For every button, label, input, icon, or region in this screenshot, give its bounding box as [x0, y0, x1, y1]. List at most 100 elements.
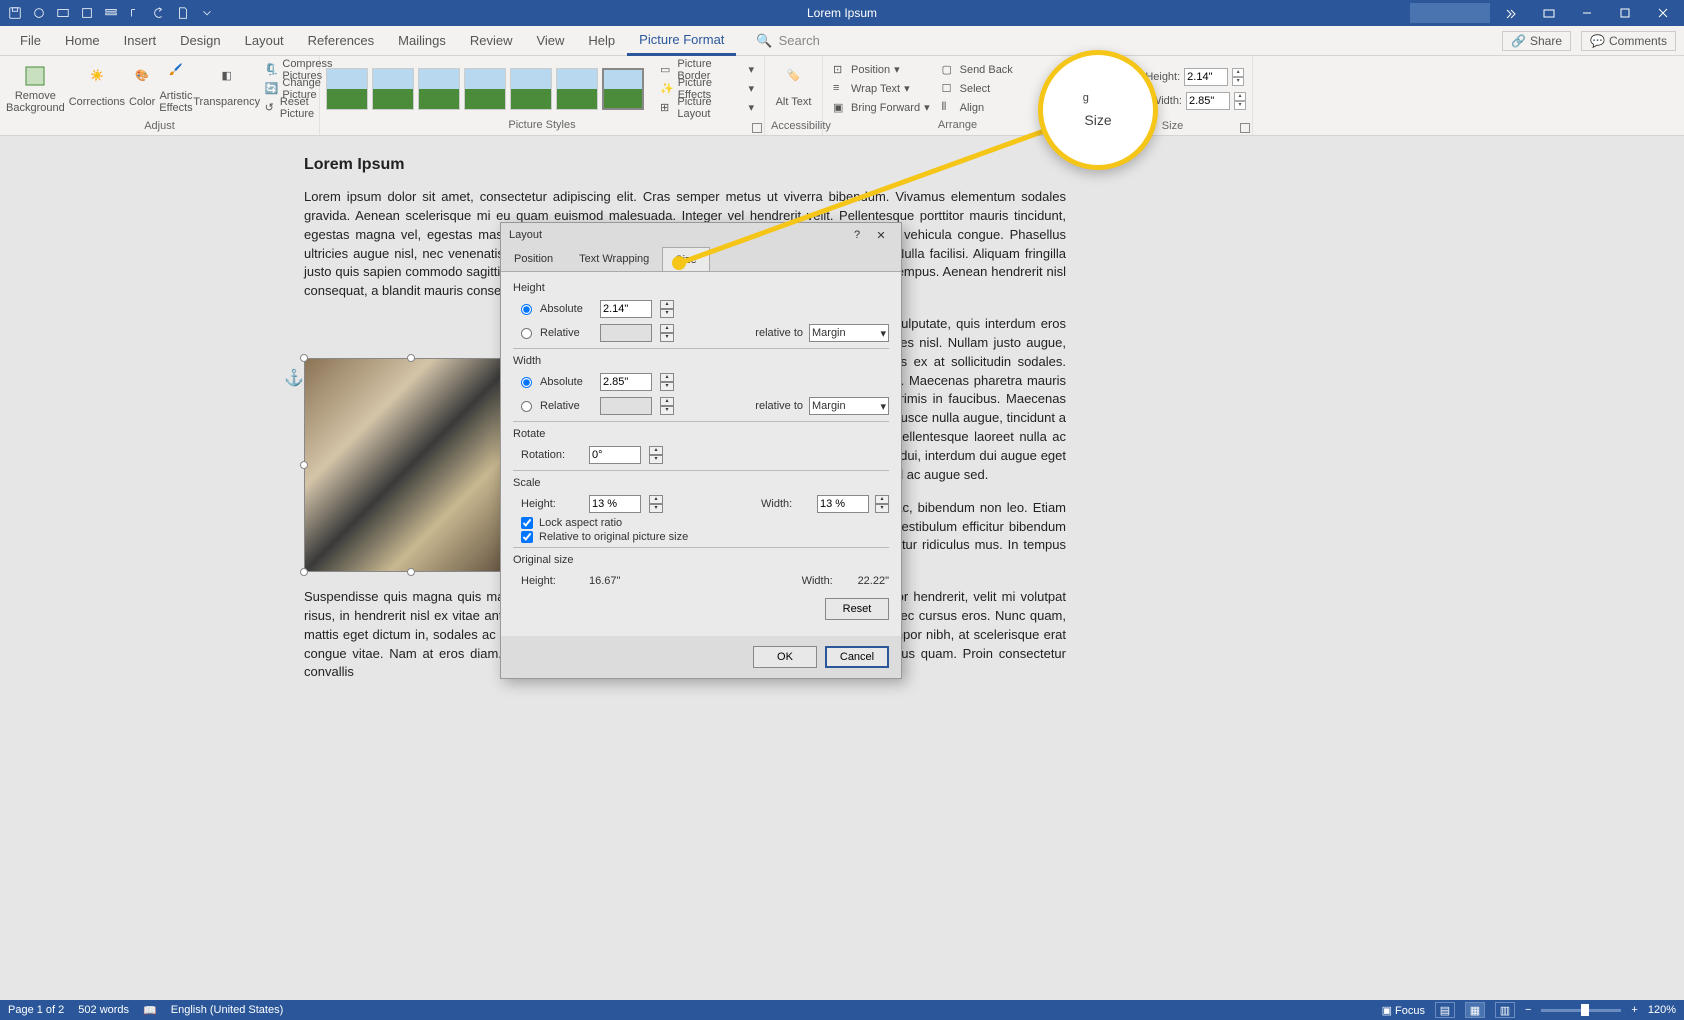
width-rel-spinner[interactable]: ▴▾ — [660, 397, 674, 415]
comments-button[interactable]: 💬Comments — [1581, 31, 1676, 51]
tab-design[interactable]: Design — [168, 26, 232, 56]
height-rel-spinner[interactable]: ▴▾ — [660, 324, 674, 342]
scale-w-spinner[interactable]: ▴▾ — [875, 495, 889, 513]
tab-help[interactable]: Help — [576, 26, 627, 56]
height-field[interactable]: ↕Height:▴▾ — [1136, 68, 1246, 86]
width-relative-radio[interactable] — [521, 401, 532, 412]
dialog-titlebar[interactable]: Layout ? ✕ — [501, 223, 901, 247]
rotation-spinner[interactable]: ▴▾ — [649, 446, 663, 464]
style-thumb[interactable] — [418, 68, 460, 110]
reset-button[interactable]: Reset — [825, 598, 889, 620]
dialog-tab-position[interactable]: Position — [501, 247, 566, 271]
alt-text-button[interactable]: 🏷️Alt Text — [771, 58, 816, 120]
width-relative-to-select[interactable]: Margin▾ — [809, 397, 889, 415]
tab-file[interactable]: File — [8, 26, 53, 56]
qa-icon-8[interactable] — [172, 2, 194, 24]
tab-review[interactable]: Review — [458, 26, 525, 56]
picture-layout-button[interactable]: ⊞Picture Layout ▾ — [656, 99, 758, 117]
height-absolute-input[interactable] — [600, 300, 652, 318]
width-input[interactable] — [1186, 92, 1230, 110]
height-abs-spinner[interactable]: ▴▾ — [660, 300, 674, 318]
read-mode-icon[interactable]: ▤ — [1435, 1002, 1455, 1018]
share-button[interactable]: 🔗Share — [1502, 31, 1571, 51]
qa-icon-5[interactable] — [100, 2, 122, 24]
ribbon-display-icon[interactable] — [1532, 2, 1566, 24]
style-thumb[interactable] — [602, 68, 644, 110]
rotation-input[interactable] — [589, 446, 641, 464]
qa-icon-6[interactable] — [124, 2, 146, 24]
height-relative-to-select[interactable]: Margin▾ — [809, 324, 889, 342]
tab-layout[interactable]: Layout — [233, 26, 296, 56]
web-layout-icon[interactable]: ▥ — [1495, 1002, 1515, 1018]
close-icon[interactable] — [1646, 2, 1680, 24]
size-launcher-icon[interactable] — [1240, 123, 1250, 133]
tab-mailings[interactable]: Mailings — [386, 26, 458, 56]
language-indicator[interactable]: English (United States) — [171, 1004, 284, 1016]
cancel-button[interactable]: Cancel — [825, 646, 889, 668]
width-spinner[interactable]: ▴▾ — [1234, 92, 1246, 110]
selected-image[interactable]: ⚓ — [304, 358, 518, 572]
dialog-close-icon[interactable]: ✕ — [869, 229, 893, 242]
position-button[interactable]: ⊡Position ▾ — [829, 61, 934, 79]
style-thumb[interactable] — [326, 68, 368, 110]
cat-image[interactable] — [304, 358, 518, 572]
scale-width-input[interactable] — [817, 495, 869, 513]
selection-pane-button[interactable]: ☐Select — [938, 80, 1017, 98]
zoom-out-icon[interactable]: − — [1525, 1004, 1531, 1016]
align-button[interactable]: ⫴Align — [938, 99, 1017, 117]
proofing-icon[interactable]: 📖 — [143, 1004, 157, 1017]
width-abs-spinner[interactable]: ▴▾ — [660, 373, 674, 391]
lock-aspect-checkbox[interactable]: Lock aspect ratio — [521, 517, 889, 529]
style-thumb[interactable] — [556, 68, 598, 110]
zoom-in-icon[interactable]: + — [1631, 1004, 1637, 1016]
remove-background-button[interactable]: Remove Background — [6, 58, 65, 120]
resize-handle[interactable] — [300, 461, 308, 469]
height-spinner[interactable]: ▴▾ — [1232, 68, 1244, 86]
print-layout-icon[interactable]: ▦ — [1465, 1002, 1485, 1018]
height-relative-radio[interactable] — [521, 328, 532, 339]
zoom-level[interactable]: 120% — [1648, 1004, 1676, 1016]
dialog-help-icon[interactable]: ? — [845, 229, 869, 241]
user-account[interactable] — [1410, 3, 1490, 23]
tab-home[interactable]: Home — [53, 26, 112, 56]
relative-original-checkbox[interactable]: Relative to original picture size — [521, 531, 889, 543]
style-thumb[interactable] — [464, 68, 506, 110]
minimize-icon[interactable] — [1570, 2, 1604, 24]
style-thumb[interactable] — [510, 68, 552, 110]
width-absolute-radio[interactable] — [521, 377, 532, 388]
tab-view[interactable]: View — [524, 26, 576, 56]
autosave-icon[interactable] — [28, 2, 50, 24]
width-absolute-input[interactable] — [600, 373, 652, 391]
transparency-button[interactable]: ◧Transparency — [197, 58, 257, 120]
simplify-ribbon-icon[interactable] — [1494, 2, 1528, 24]
artistic-effects-button[interactable]: 🖌️Artistic Effects — [159, 58, 192, 120]
ok-button[interactable]: OK — [753, 646, 817, 668]
word-count[interactable]: 502 words — [78, 1004, 129, 1016]
resize-handle[interactable] — [300, 354, 308, 362]
qa-more-icon[interactable] — [196, 2, 218, 24]
tab-picture-format[interactable]: Picture Format — [627, 26, 736, 56]
color-button[interactable]: 🎨Color — [129, 58, 155, 120]
qa-icon-4[interactable] — [76, 2, 98, 24]
dialog-tab-textwrap[interactable]: Text Wrapping — [566, 247, 662, 271]
scale-h-spinner[interactable]: ▴▾ — [649, 495, 663, 513]
save-icon[interactable] — [4, 2, 26, 24]
resize-handle[interactable] — [407, 354, 415, 362]
undo-icon[interactable] — [148, 2, 170, 24]
bring-forward-button[interactable]: ▣Bring Forward ▾ — [829, 99, 934, 117]
tab-references[interactable]: References — [296, 26, 386, 56]
zoom-slider[interactable] — [1541, 1009, 1621, 1012]
style-thumb[interactable] — [372, 68, 414, 110]
search-box[interactable]: 🔍 Search — [756, 33, 819, 49]
height-input[interactable] — [1184, 68, 1228, 86]
resize-handle[interactable] — [300, 568, 308, 576]
styles-launcher-icon[interactable] — [752, 123, 762, 133]
picture-style-gallery[interactable] — [326, 68, 644, 110]
maximize-icon[interactable] — [1608, 2, 1642, 24]
dialog-tab-size[interactable]: Size — [662, 247, 709, 271]
height-absolute-radio[interactable] — [521, 304, 532, 315]
scale-height-input[interactable] — [589, 495, 641, 513]
resize-handle[interactable] — [407, 568, 415, 576]
wrap-text-button[interactable]: ≡Wrap Text ▾ — [829, 80, 934, 98]
tab-insert[interactable]: Insert — [112, 26, 169, 56]
